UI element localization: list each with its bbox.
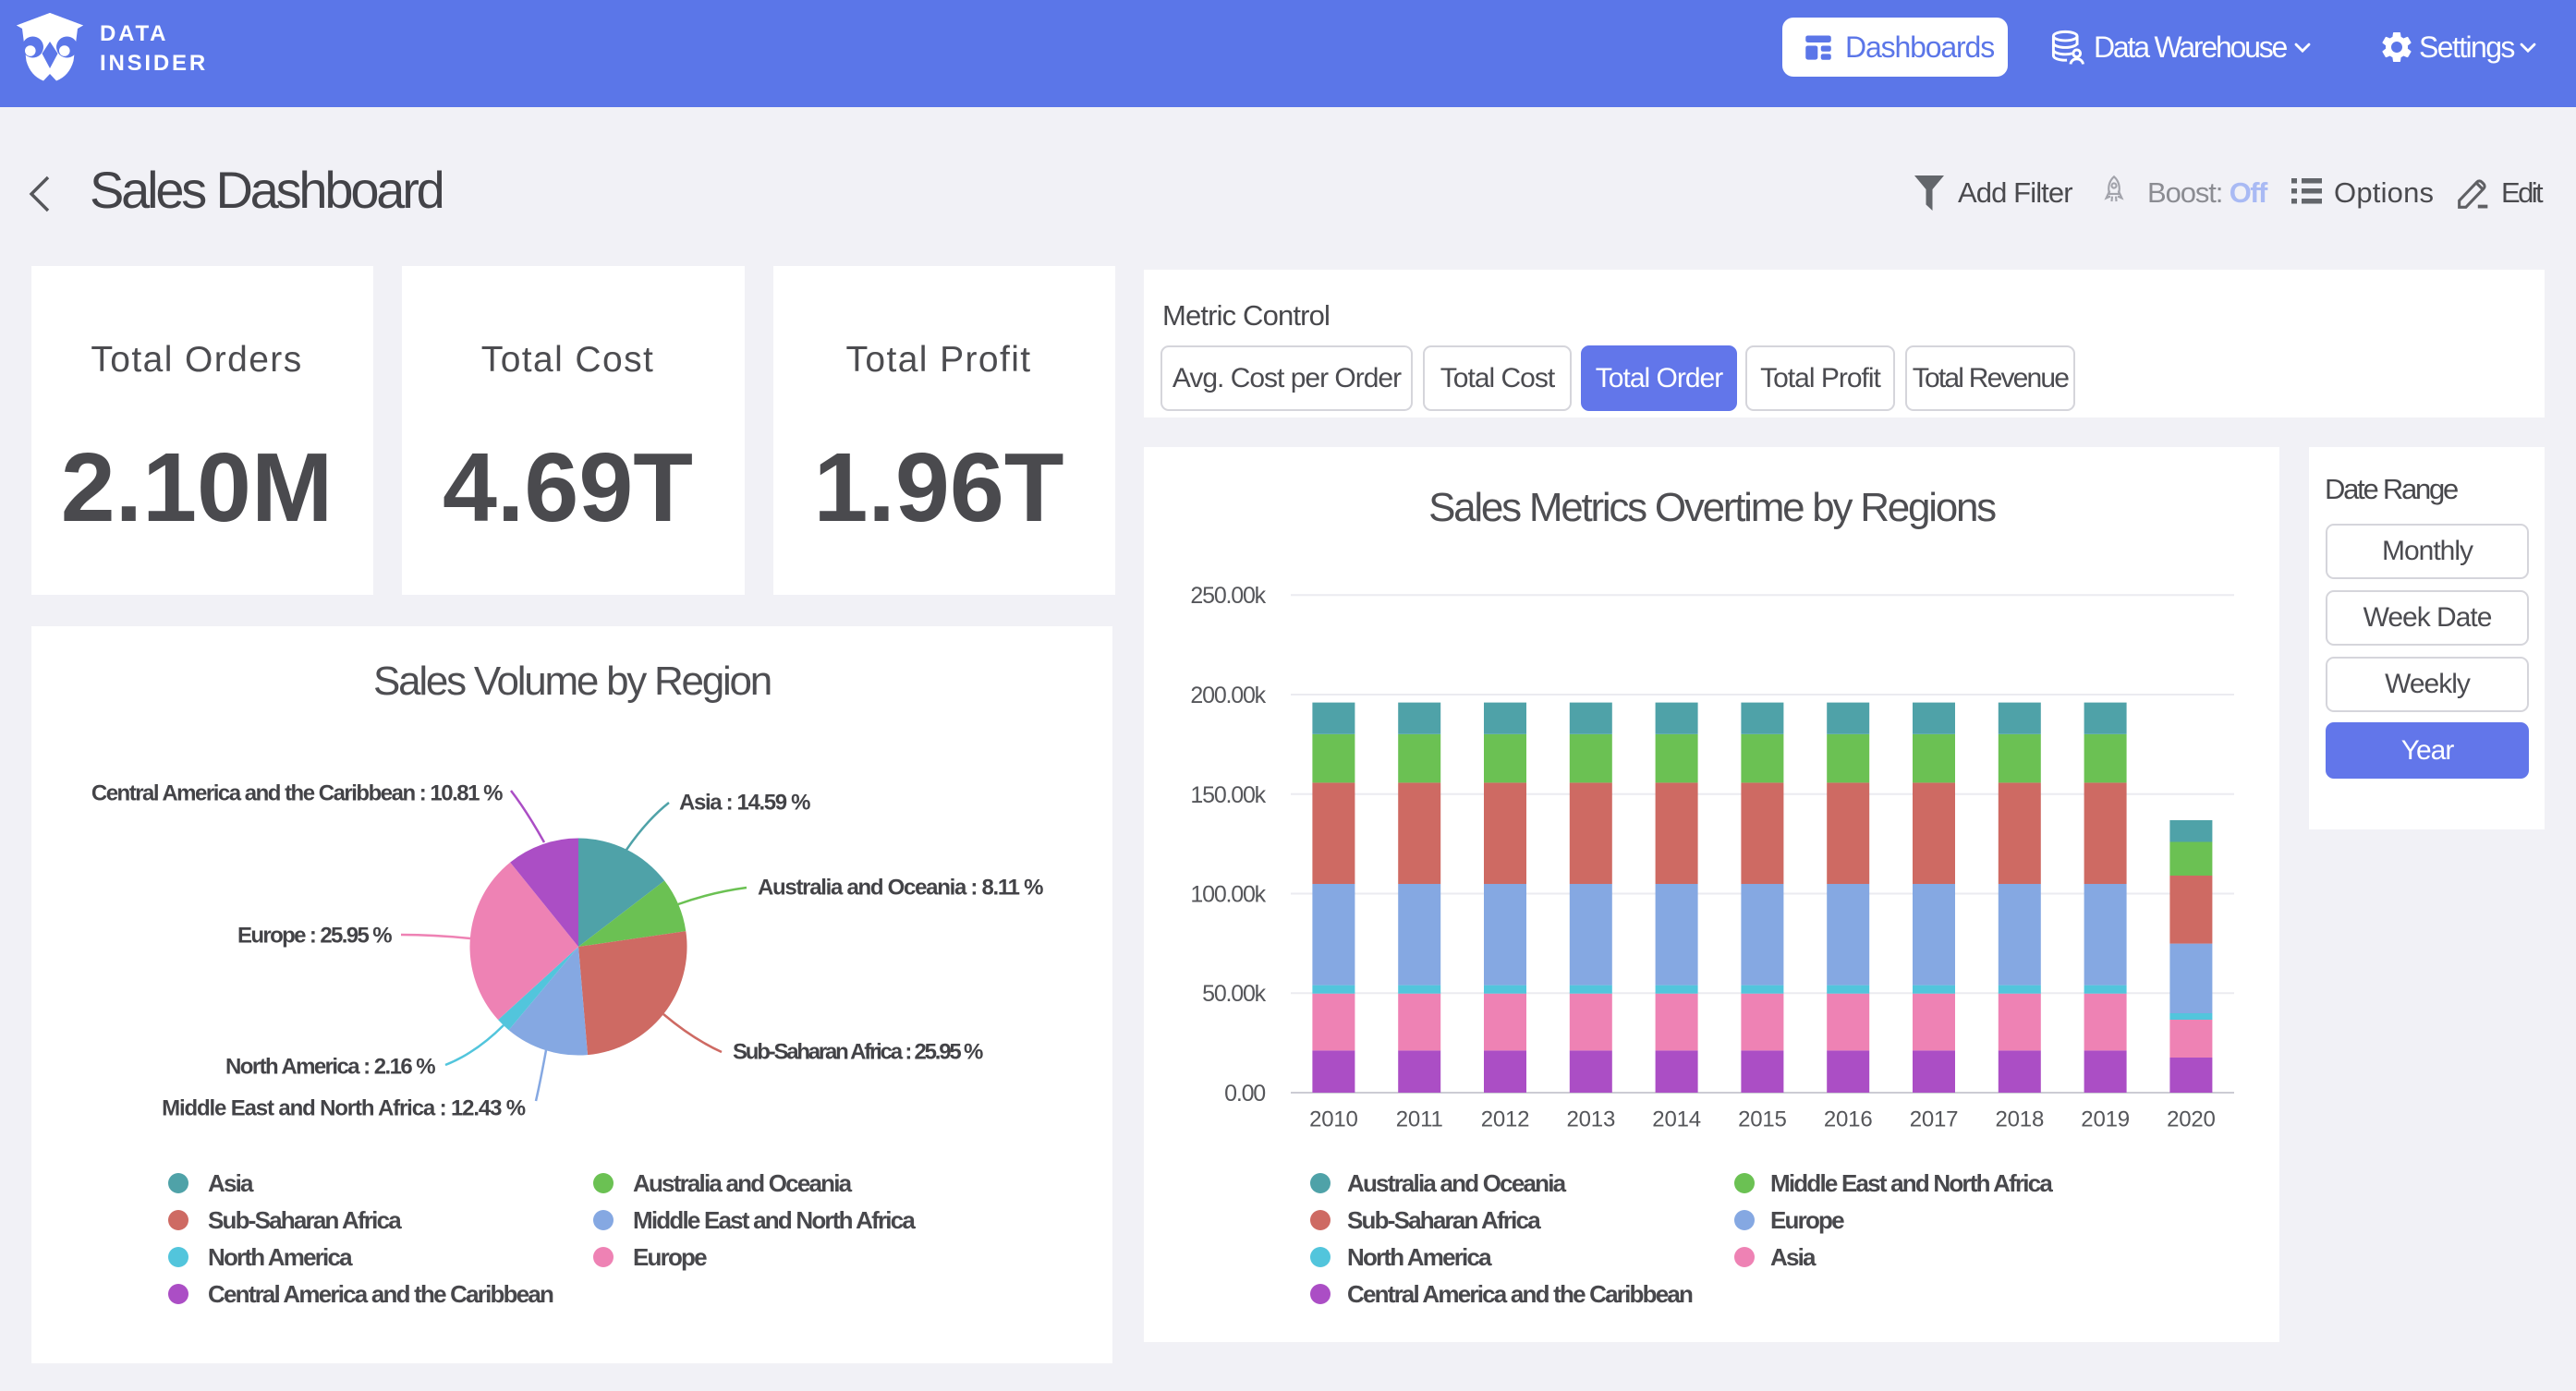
svg-text:Europe : 25.95 %: Europe : 25.95 %	[237, 924, 392, 949]
svg-text:Middle East and North Africa :: Middle East and North Africa : 12.43 %	[162, 1096, 526, 1121]
svg-text:2010: 2010	[1309, 1107, 1358, 1132]
svg-text:100.00k: 100.00k	[1190, 882, 1266, 908]
svg-text:North America : 2.16 %: North America : 2.16 %	[225, 1055, 435, 1080]
svg-text:2017: 2017	[1910, 1107, 1959, 1132]
svg-text:2019: 2019	[2081, 1107, 2130, 1132]
svg-text:2014: 2014	[1652, 1107, 1701, 1132]
svg-text:2013: 2013	[1567, 1107, 1616, 1132]
svg-text:Sub-Saharan Africa : 25.95 %: Sub-Saharan Africa : 25.95 %	[733, 1040, 983, 1065]
svg-text:2016: 2016	[1824, 1107, 1873, 1132]
svg-text:2015: 2015	[1738, 1107, 1787, 1132]
svg-text:Australia and Oceania : 8.11 %: Australia and Oceania : 8.11 %	[758, 876, 1043, 901]
svg-text:Central America and the Caribb: Central America and the Caribbean : 10.8…	[91, 781, 503, 806]
svg-text:2012: 2012	[1481, 1107, 1530, 1132]
svg-text:2020: 2020	[2167, 1107, 2216, 1132]
svg-text:Asia : 14.59 %: Asia : 14.59 %	[679, 791, 810, 816]
svg-text:0.00: 0.00	[1224, 1081, 1265, 1107]
svg-text:2018: 2018	[1996, 1107, 2045, 1132]
svg-text:250.00k: 250.00k	[1190, 583, 1266, 609]
svg-text:200.00k: 200.00k	[1190, 683, 1266, 708]
svg-text:150.00k: 150.00k	[1190, 782, 1266, 808]
svg-text:2011: 2011	[1396, 1107, 1443, 1132]
svg-text:50.00k: 50.00k	[1202, 981, 1267, 1007]
